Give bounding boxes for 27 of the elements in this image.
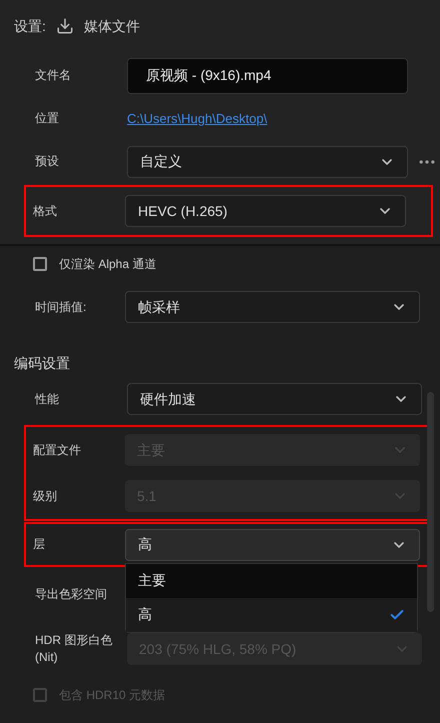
checkbox-label: 仅渲染 Alpha 通道: [59, 256, 156, 273]
select-field[interactable]: 硬件加速: [127, 383, 422, 415]
field-label: 时间插值:: [35, 299, 88, 316]
settings-title: 媒体文件: [84, 16, 140, 36]
field-label: HDR 图形白色 (Nit): [35, 632, 114, 666]
field-label: 导出色彩空间: [35, 586, 108, 602]
field-label: 格式: [33, 202, 58, 220]
checkbox-label: 包含 HDR10 元数据: [59, 687, 166, 704]
select-field[interactable]: 帧采样: [125, 291, 420, 323]
checkbox[interactable]: [33, 257, 47, 271]
menu-option[interactable]: 高: [126, 598, 417, 632]
field-label: 文件名: [35, 67, 72, 84]
field-label: 性能: [35, 390, 60, 408]
field-label: 位置: [35, 110, 60, 127]
section-title: 编码设置: [14, 355, 70, 371]
filename-field[interactable]: 原视频 - (9x16).mp4: [127, 58, 408, 94]
field-label: 预设: [35, 153, 60, 170]
download-icon: [56, 17, 74, 35]
field-label: 配置文件: [33, 442, 82, 458]
settings-label: 设置:: [14, 16, 46, 36]
scrollbar[interactable]: [427, 392, 434, 612]
location-link[interactable]: C:\Users\Hugh\Desktop\: [127, 108, 268, 128]
select-field[interactable]: HEVC (H.265): [125, 195, 406, 227]
select-field[interactable]: 自定义: [127, 146, 408, 178]
field-label: 级别: [33, 488, 58, 504]
field-label: 层: [33, 536, 46, 553]
select-field[interactable]: 高: [125, 528, 420, 560]
